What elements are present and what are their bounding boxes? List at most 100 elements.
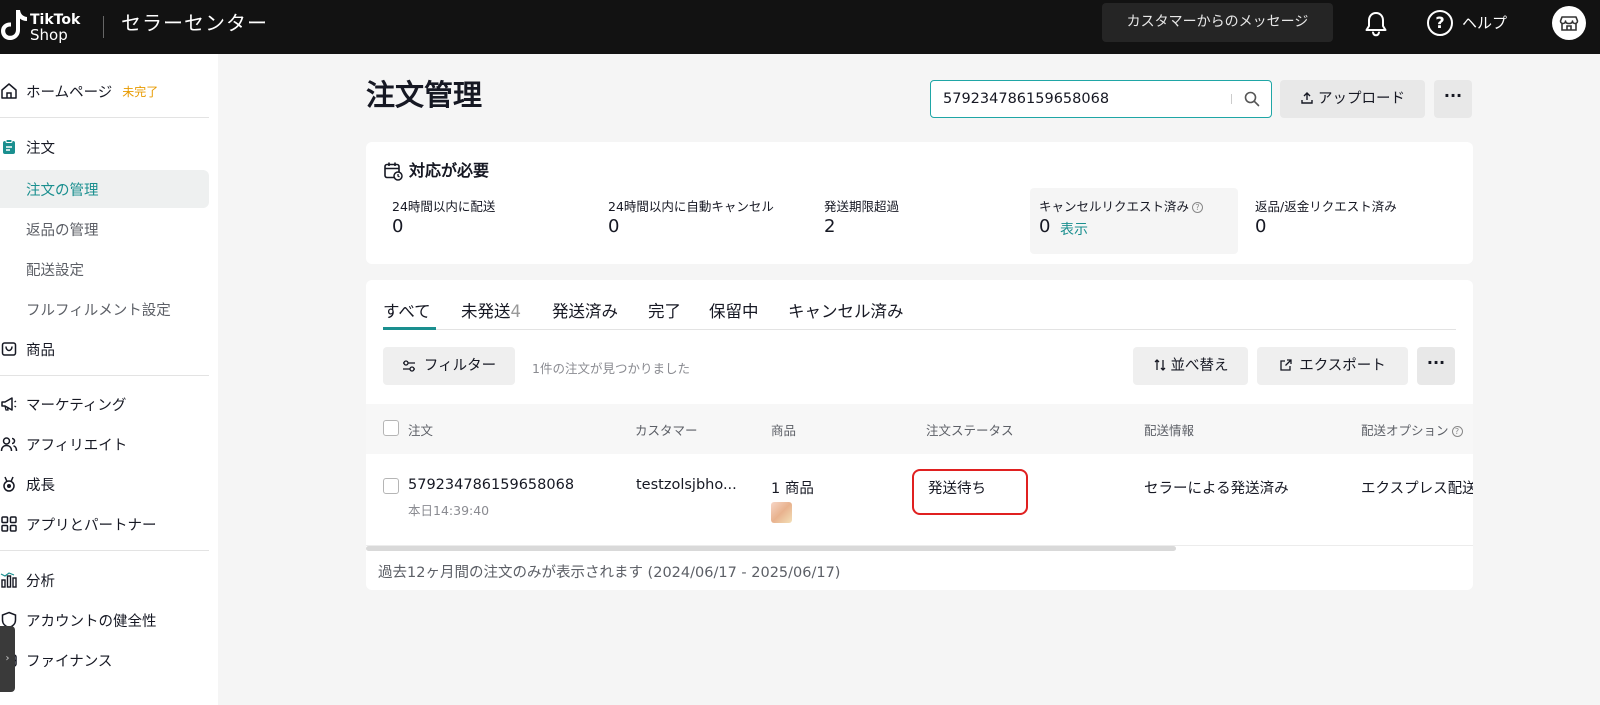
sort-button-label: 並べ替え xyxy=(1170,358,1229,374)
filter-sliders-icon xyxy=(402,360,415,372)
shipping-option: エクスプレス配送 xyxy=(1361,481,1473,497)
search-icon[interactable] xyxy=(1243,90,1261,108)
stat-value: 0 xyxy=(1039,216,1051,237)
sidebar-item-marketing[interactable]: マーケティング xyxy=(0,385,210,423)
filter-button[interactable]: フィルター xyxy=(383,347,515,385)
column-header-shipping-option[interactable]: 配送オプション? xyxy=(1361,420,1471,439)
more-options-button[interactable]: ··· xyxy=(1434,80,1472,118)
sidebar-item-returns[interactable]: 返品の管理 xyxy=(0,210,209,248)
horizontal-scrollbar[interactable] xyxy=(366,546,1176,551)
tab-completed[interactable]: 完了 xyxy=(648,300,681,324)
show-cancel-requests-link[interactable]: 表示 xyxy=(1060,219,1088,239)
tiktok-note-icon xyxy=(1,10,27,40)
info-question-icon[interactable]: ? xyxy=(1192,202,1204,213)
order-search-box[interactable] xyxy=(930,80,1272,118)
sidebar-item-home[interactable]: ホームページ 未完了 xyxy=(0,72,210,110)
sidebar-item-orders[interactable]: 注文 xyxy=(0,128,210,166)
tiktok-shop-logo[interactable]: TikTok Shop xyxy=(0,6,90,46)
column-header-shipping-info[interactable]: 配送情報 xyxy=(1144,420,1194,439)
bell-icon[interactable] xyxy=(1362,10,1390,38)
search-input[interactable] xyxy=(943,81,1223,116)
tab-unshipped[interactable]: 未発送4 xyxy=(461,300,521,324)
sidebar-item-growth[interactable]: 成長 xyxy=(0,465,210,503)
tab-cancelled[interactable]: キャンセル済み xyxy=(788,300,904,324)
tab-shipped[interactable]: 発送済み xyxy=(552,300,618,324)
customer-name[interactable]: testzolsjbho... xyxy=(636,477,736,493)
search-divider xyxy=(1231,94,1232,104)
brand-line2: Shop xyxy=(30,26,68,44)
tab-all[interactable]: すべて xyxy=(383,300,431,324)
select-all-checkbox[interactable] xyxy=(383,420,399,436)
sidebar-item-products[interactable]: 商品 xyxy=(0,330,210,368)
app-title: セラーセンター xyxy=(121,11,268,35)
order-time: 本日14:39:40 xyxy=(408,503,490,518)
sidebar-collapse-handle[interactable]: › xyxy=(0,626,15,692)
product-count[interactable]: 1 商品 xyxy=(771,477,814,498)
column-header-products[interactable]: 商品 xyxy=(771,420,796,439)
active-tab-indicator xyxy=(383,327,436,330)
column-header-customer[interactable]: カスタマー xyxy=(635,420,698,439)
users-icon xyxy=(0,437,18,452)
stat-label: 返品/返金リクエスト済み xyxy=(1255,199,1397,214)
stat-ship-within-24h[interactable]: 24時間以内に配送 0 xyxy=(383,188,591,254)
sidebar-divider xyxy=(0,550,209,551)
sidebar-item-shipping-settings[interactable]: 配送設定 xyxy=(0,250,209,288)
tab-on-hold[interactable]: 保留中 xyxy=(709,300,759,324)
stat-value: 0 xyxy=(392,216,404,237)
sidebar-item-account-health[interactable]: アカウントの健全性 xyxy=(0,601,210,639)
column-header-label: 配送オプション xyxy=(1361,423,1449,438)
sidebar-item-label: ファイナンス xyxy=(26,653,113,670)
status-highlight-outline xyxy=(912,469,1028,515)
sidebar-item-apps[interactable]: アプリとパートナー xyxy=(0,505,210,543)
clipboard-icon xyxy=(3,139,15,154)
incomplete-badge: 未完了 xyxy=(122,84,159,99)
column-header-order-status[interactable]: 注文ステータス xyxy=(926,420,1014,439)
sidebar-divider xyxy=(0,117,209,118)
sort-button[interactable]: 並べ替え xyxy=(1133,347,1248,385)
stat-label-text: キャンセルリクエスト済み xyxy=(1039,199,1190,214)
sidebar-divider xyxy=(0,375,209,376)
sidebar-item-label: 分析 xyxy=(26,573,55,590)
sidebar-item-label: アプリとパートナー xyxy=(26,517,157,534)
results-count: 1件の注文が見つかりました xyxy=(532,361,690,376)
column-header-order[interactable]: 注文 xyxy=(408,420,433,439)
upload-button[interactable]: アップロード xyxy=(1280,80,1425,118)
stat-value: 0 xyxy=(1255,216,1267,237)
stat-return-refund-requested[interactable]: 返品/返金リクエスト済み 0 xyxy=(1246,188,1454,254)
export-icon xyxy=(1280,359,1292,371)
export-button[interactable]: エクスポート xyxy=(1257,347,1408,385)
info-question-icon[interactable]: ? xyxy=(1451,426,1463,437)
help-link[interactable]: ヘルプ xyxy=(1462,12,1507,34)
table-more-options-button[interactable]: ··· xyxy=(1417,347,1455,385)
sidebar-item-finance[interactable]: ファイナンス xyxy=(0,641,210,679)
stat-label: 24時間以内に配送 xyxy=(392,199,496,214)
order-id-link[interactable]: 579234786159658068 xyxy=(408,477,574,493)
page-title: 注文管理 xyxy=(366,78,483,112)
sidebar-item-analytics[interactable]: 分析 xyxy=(0,561,210,599)
sidebar-item-fulfillment-settings[interactable]: フルフィルメント設定 xyxy=(0,290,209,328)
sidebar-item-label: ホームページ xyxy=(26,84,113,101)
header-divider xyxy=(103,16,104,38)
stat-overdue-shipping[interactable]: 発送期限超過 2 xyxy=(815,188,1023,254)
help-icon[interactable]: ? xyxy=(1427,10,1453,36)
row-checkbox[interactable] xyxy=(383,478,399,494)
brand-text: TikTok Shop xyxy=(30,13,80,43)
shipping-info: セラーによる発送済み xyxy=(1144,481,1289,497)
stat-label: キャンセルリクエスト済み? xyxy=(1039,196,1204,215)
megaphone-icon xyxy=(1,397,17,411)
filter-button-label: フィルター xyxy=(423,358,497,374)
medal-icon xyxy=(3,476,15,492)
stat-cancel-requested[interactable]: キャンセルリクエスト済み? 0 表示 xyxy=(1030,188,1238,254)
sidebar-item-label: 成長 xyxy=(26,477,55,494)
action-required-label: 対応が必要 xyxy=(409,161,490,180)
sidebar-item-label: マーケティング xyxy=(26,397,127,414)
product-thumbnail[interactable] xyxy=(771,502,792,523)
sidebar: ホームページ 未完了 注文 注文の管理 返品の管理 配送設定 フルフィルメント設… xyxy=(0,54,218,705)
sidebar-item-order-management[interactable]: 注文の管理 xyxy=(0,170,209,208)
store-icon[interactable] xyxy=(1552,6,1586,40)
customer-messages-button[interactable]: カスタマーからのメッセージ xyxy=(1102,3,1333,42)
sidebar-item-affiliate[interactable]: アフィリエイト xyxy=(0,425,210,463)
tab-count: 4 xyxy=(510,302,522,321)
stat-auto-cancel-24h[interactable]: 24時間以内に自動キャンセル 0 xyxy=(599,188,807,254)
apps-grid-icon xyxy=(1,516,17,532)
